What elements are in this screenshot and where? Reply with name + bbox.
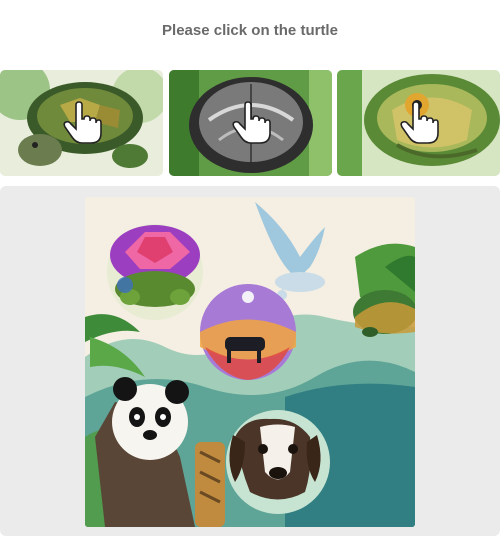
challenge-panel <box>0 186 500 536</box>
example-image-3 <box>337 70 500 176</box>
hand-pointer-icon <box>399 101 439 144</box>
challenge-scene <box>85 197 415 527</box>
hand-pointer-icon <box>62 101 102 144</box>
hand-pointer-icon <box>231 101 271 144</box>
challenge-image[interactable] <box>85 197 415 527</box>
turtle-object[interactable] <box>107 224 203 320</box>
example-image-2 <box>169 70 332 176</box>
example-images-row <box>0 70 500 176</box>
dog-object[interactable] <box>226 410 330 514</box>
example-image-1 <box>0 70 163 176</box>
bubble-object[interactable] <box>200 284 296 380</box>
captcha-prompt: Please click on the turtle <box>162 22 338 39</box>
